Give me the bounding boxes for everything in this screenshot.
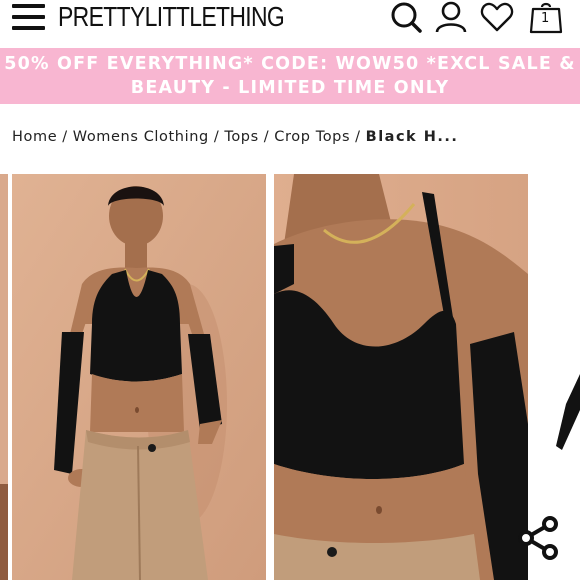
promo-banner[interactable]: 50% OFF EVERYTHING* CODE: WOW50 *EXCL SA… <box>0 48 580 104</box>
bag-count-badge: 1 <box>541 11 550 26</box>
gallery-divider <box>266 174 274 580</box>
share-icon[interactable] <box>514 514 562 562</box>
user-icon[interactable] <box>434 0 468 34</box>
product-image-previous[interactable] <box>0 174 8 580</box>
shopping-bag-icon[interactable]: 1 <box>528 0 564 34</box>
breadcrumb-womens-clothing[interactable]: Womens Clothing <box>73 129 209 145</box>
product-gallery[interactable] <box>0 174 580 580</box>
promo-line-1: 50% OFF EVERYTHING* CODE: WOW50 *EXCL SA… <box>4 54 576 74</box>
breadcrumb: Home / Womens Clothing / Tops / Crop Tops / Blac… <box>12 129 458 145</box>
breadcrumb-current: Black H... <box>365 129 459 145</box>
breadcrumb-tops[interactable]: Tops <box>224 129 258 145</box>
breadcrumb-home[interactable]: Home <box>12 129 57 145</box>
site-header: PRETTYLITTLETHING 1 <box>0 0 580 40</box>
hamburger-menu-icon[interactable] <box>12 3 45 31</box>
promo-line-2: BEAUTY - LIMITED TIME ONLY <box>130 78 450 98</box>
search-icon[interactable] <box>389 0 423 34</box>
breadcrumb-separator: / <box>263 129 270 145</box>
breadcrumb-crop-tops[interactable]: Crop Tops <box>274 129 350 145</box>
breadcrumb-separator: / <box>213 129 220 145</box>
breadcrumb-separator: / <box>62 129 68 145</box>
product-image-full-body[interactable] <box>12 174 266 580</box>
heart-icon[interactable] <box>480 0 514 34</box>
brand-logo[interactable]: PRETTYLITTLETHING <box>58 0 285 34</box>
breadcrumb-separator: / <box>355 129 361 145</box>
product-image-close-up[interactable] <box>274 174 528 580</box>
